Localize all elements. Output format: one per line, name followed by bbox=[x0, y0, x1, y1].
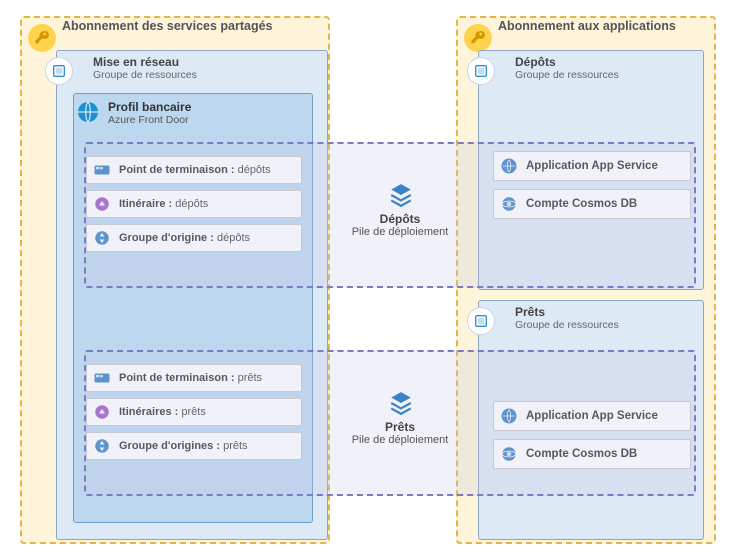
rg-deposits-title: Dépôts bbox=[479, 51, 703, 69]
rg-deposits: Dépôts Groupe de ressources Application … bbox=[478, 50, 704, 290]
route-icon bbox=[93, 403, 111, 421]
rg-deposits-subtitle: Groupe de ressources bbox=[479, 69, 703, 85]
deployment-stack-icon bbox=[388, 182, 414, 208]
route-deposits: Itinéraire : dépôts bbox=[86, 190, 302, 218]
origin-deposits: Groupe d'origine : dépôts bbox=[86, 224, 302, 252]
route-icon bbox=[93, 195, 111, 213]
resource-group-icon bbox=[45, 57, 73, 85]
endpoint-deposits: Point de terminaison : dépôts bbox=[86, 156, 302, 184]
app-service-icon bbox=[500, 157, 518, 175]
rg-loans-subtitle: Groupe de ressources bbox=[479, 319, 703, 335]
loans-resources: Application App Service Compte Cosmos DB bbox=[493, 401, 691, 469]
afd-profile: Profil bancaire Azure Front Door Point d… bbox=[73, 93, 313, 523]
cosmos-db-icon bbox=[500, 195, 518, 213]
app-service-deposits: Application App Service bbox=[493, 151, 691, 181]
front-door-icon bbox=[76, 100, 100, 124]
architecture-diagram: Abonnement des services partagés Mise en… bbox=[10, 10, 721, 546]
route-loans: Itinéraires : prêts bbox=[86, 398, 302, 426]
origin-loans: Groupe d'origines : prêts bbox=[86, 432, 302, 460]
endpoint-loans: Point de terminaison : prêts bbox=[86, 364, 302, 392]
key-icon bbox=[464, 24, 492, 52]
afd-subtitle: Azure Front Door bbox=[74, 114, 312, 130]
subscription-shared-title: Abonnement des services partagés bbox=[62, 17, 273, 35]
key-icon bbox=[28, 24, 56, 52]
rg-networking-subtitle: Groupe de ressources bbox=[57, 69, 327, 85]
origin-group-icon bbox=[93, 229, 111, 247]
resource-group-icon bbox=[467, 57, 495, 85]
afd-group-loans: Point de terminaison : prêts Itinéraires… bbox=[86, 364, 302, 460]
subscription-apps-title: Abonnement aux applications bbox=[498, 17, 676, 35]
deployment-stack-icon bbox=[388, 390, 414, 416]
resource-group-icon bbox=[467, 307, 495, 335]
afd-group-deposits: Point de terminaison : dépôts Itinéraire… bbox=[86, 156, 302, 252]
cosmos-deposits: Compte Cosmos DB bbox=[493, 189, 691, 219]
deployment-stack-deposits-label: Dépôts Pile de déploiement bbox=[340, 212, 460, 238]
subscription-apps: Abonnement aux applications Dépôts Group… bbox=[456, 16, 716, 544]
afd-title: Profil bancaire bbox=[74, 94, 312, 114]
endpoint-icon bbox=[93, 161, 111, 179]
origin-group-icon bbox=[93, 437, 111, 455]
deployment-stack-loans-label: Prêts Pile de déploiement bbox=[340, 420, 460, 446]
cosmos-loans: Compte Cosmos DB bbox=[493, 439, 691, 469]
rg-networking: Mise en réseau Groupe de ressources Prof… bbox=[56, 50, 328, 540]
cosmos-db-icon bbox=[500, 445, 518, 463]
rg-loans-title: Prêts bbox=[479, 301, 703, 319]
app-service-loans: Application App Service bbox=[493, 401, 691, 431]
rg-loans: Prêts Groupe de ressources Application A… bbox=[478, 300, 704, 540]
subscription-shared: Abonnement des services partagés Mise en… bbox=[20, 16, 330, 544]
deposits-resources: Application App Service Compte Cosmos DB bbox=[493, 151, 691, 219]
app-service-icon bbox=[500, 407, 518, 425]
endpoint-icon bbox=[93, 369, 111, 387]
rg-networking-title: Mise en réseau bbox=[57, 51, 327, 69]
